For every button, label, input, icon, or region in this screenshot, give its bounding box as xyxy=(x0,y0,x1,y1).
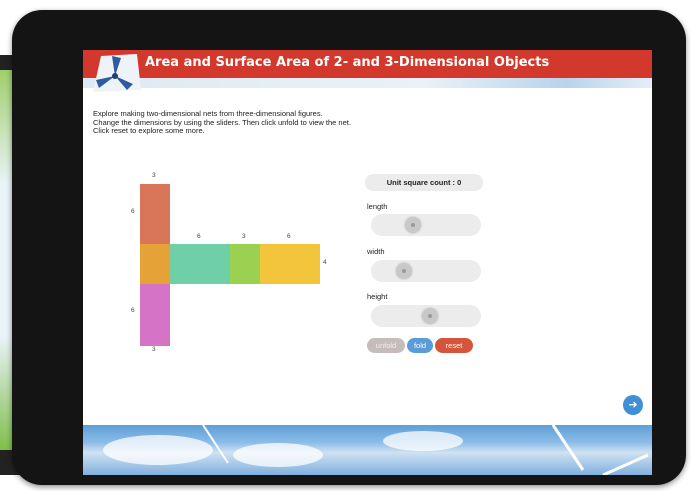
net-face-front xyxy=(170,244,230,284)
page-title: Area and Surface Area of 2- and 3-Dimens… xyxy=(145,55,550,70)
width-slider[interactable] xyxy=(371,260,481,282)
net-face-right xyxy=(230,244,260,284)
dimension-label: 3 xyxy=(152,172,156,179)
net-face-top xyxy=(140,184,170,244)
length-label: length xyxy=(367,202,388,211)
slider-knob[interactable] xyxy=(396,263,412,279)
dimension-label: 6 xyxy=(131,208,135,215)
fold-button[interactable]: fold xyxy=(407,338,433,353)
unfold-button[interactable]: unfold xyxy=(367,338,405,353)
tablet-frame: Area and Surface Area of 2- and 3-Dimens… xyxy=(12,10,686,485)
net-face-back xyxy=(260,244,320,284)
slider-knob[interactable] xyxy=(422,308,439,324)
dimension-label: 3 xyxy=(242,233,246,240)
instruction-line: Click reset to explore some more. xyxy=(93,126,205,135)
dimension-label: 4 xyxy=(323,259,327,266)
reset-button[interactable]: reset xyxy=(435,338,473,353)
unit-square-count: Unit square count : 0 xyxy=(365,174,483,191)
dimension-label: 3 xyxy=(152,346,156,353)
windmill-logo-icon xyxy=(93,54,141,92)
dimension-label: 6 xyxy=(197,233,201,240)
net-face-left xyxy=(140,244,170,284)
instructions: Explore making two-dimensional nets from… xyxy=(93,109,351,136)
dimension-label: 6 xyxy=(131,307,135,314)
width-label: width xyxy=(367,247,385,256)
net-face-bottom xyxy=(140,284,170,346)
background-tablet-screen xyxy=(0,70,12,450)
next-arrow-icon[interactable]: ➜ xyxy=(623,395,643,415)
length-slider[interactable] xyxy=(371,214,481,236)
header-stripe xyxy=(83,78,652,88)
slider-knob[interactable] xyxy=(404,217,421,233)
height-slider[interactable] xyxy=(371,305,481,327)
windmill-blade-decoration xyxy=(202,425,649,475)
dimension-label: 6 xyxy=(287,233,291,240)
footer-banner xyxy=(83,425,652,475)
app-screen: Area and Surface Area of 2- and 3-Dimens… xyxy=(83,50,652,475)
height-label: height xyxy=(367,292,388,301)
